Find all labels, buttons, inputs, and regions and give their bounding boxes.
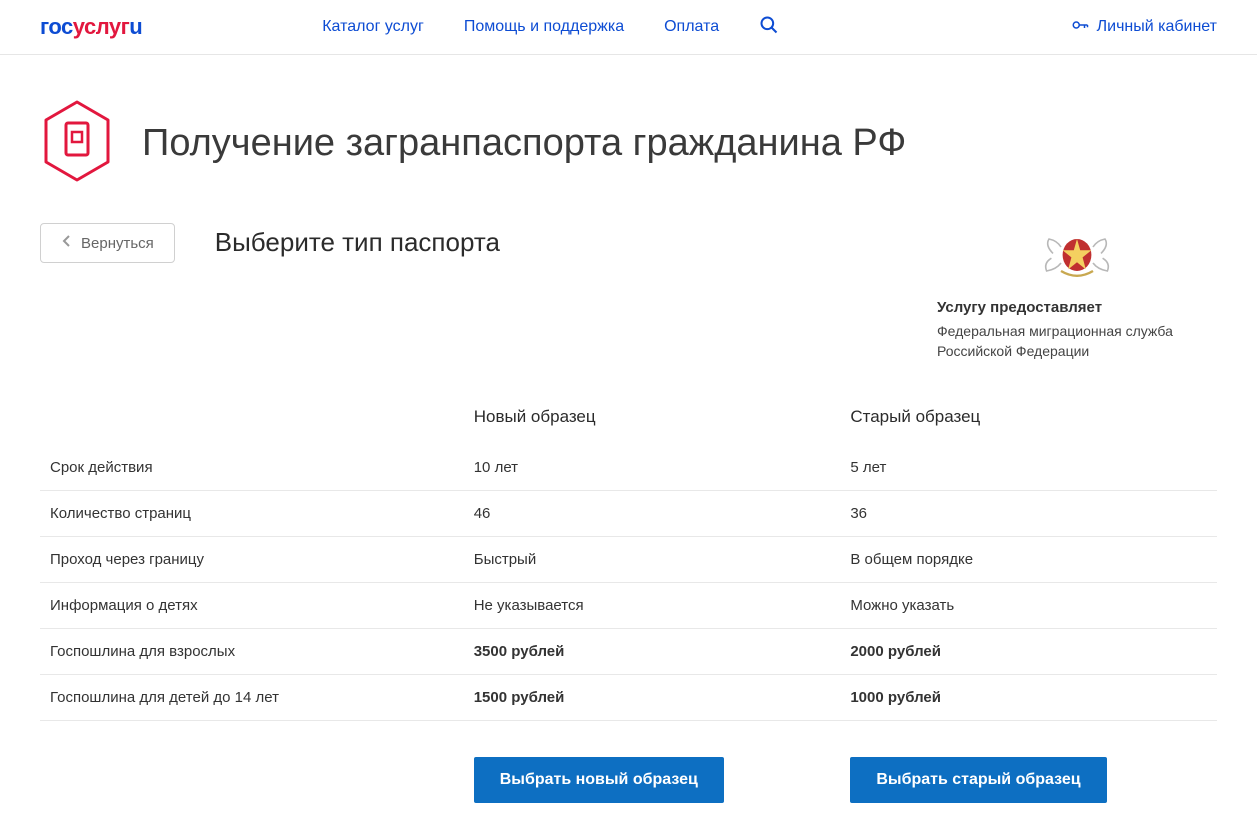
service-provider-box: Услугу предоставляет Федеральная миграци… [937, 223, 1217, 361]
row-new-value: Не указывается [464, 583, 841, 629]
cabinet-label: Личный кабинет [1097, 18, 1217, 36]
row-old-value: 5 лет [840, 445, 1217, 491]
table-row: Госпошлина для взрослых3500 рублей2000 р… [40, 629, 1217, 675]
search-icon[interactable] [759, 15, 779, 39]
table-row: Проход через границуБыстрыйВ общем поряд… [40, 537, 1217, 583]
provider-name: Федеральная миграционная служба Российск… [937, 322, 1217, 361]
page-title: Получение загранпаспорта гражданина РФ [142, 122, 906, 165]
table-row: Количество страниц4636 [40, 491, 1217, 537]
row-attr-label: Госпошлина для взрослых [40, 629, 464, 675]
row-old-value: Можно указать [840, 583, 1217, 629]
table-row: Госпошлина для детей до 14 лет1500 рубле… [40, 675, 1217, 721]
table-row: Срок действия10 лет5 лет [40, 445, 1217, 491]
back-button[interactable]: Вернуться [40, 223, 175, 263]
table-header-old: Старый образец [840, 393, 1217, 445]
row-old-value: 36 [840, 491, 1217, 537]
row-old-value: 2000 рублей [840, 629, 1217, 675]
row-old-value: В общем порядке [840, 537, 1217, 583]
personal-cabinet-link[interactable]: Личный кабинет [1071, 16, 1217, 39]
logo-part-gos: гос [40, 14, 73, 39]
table-header-attr [40, 393, 464, 445]
section-subtitle: Выберите тип паспорта [215, 223, 897, 258]
passport-compare-table: Новый образец Старый образец Срок действ… [40, 393, 1217, 817]
logo-part-u: u [129, 14, 142, 39]
site-logo[interactable]: госуслугu [40, 14, 142, 40]
chevron-left-icon [61, 234, 71, 252]
row-new-value: Быстрый [464, 537, 841, 583]
choose-new-button[interactable]: Выбрать новый образец [474, 757, 724, 803]
nav-catalog[interactable]: Каталог услуг [322, 18, 424, 36]
row-attr-label: Госпошлина для детей до 14 лет [40, 675, 464, 721]
row-new-value: 1500 рублей [464, 675, 841, 721]
choose-old-button[interactable]: Выбрать старый образец [850, 757, 1106, 803]
main-nav: Каталог услуг Помощь и поддержка Оплата [322, 15, 779, 39]
row-old-value: 1000 рублей [840, 675, 1217, 721]
page-header: Получение загранпаспорта гражданина РФ [40, 55, 1217, 223]
fms-emblem-icon [1037, 223, 1117, 287]
key-icon [1071, 16, 1089, 39]
row-new-value: 46 [464, 491, 841, 537]
nav-payment[interactable]: Оплата [664, 18, 719, 36]
table-row: Информация о детяхНе указываетсяМожно ук… [40, 583, 1217, 629]
nav-help[interactable]: Помощь и поддержка [464, 18, 624, 36]
row-attr-label: Количество страниц [40, 491, 464, 537]
table-header-new: Новый образец [464, 393, 841, 445]
passport-hex-icon [40, 99, 114, 187]
row-new-value: 10 лет [464, 445, 841, 491]
back-label: Вернуться [81, 235, 154, 252]
row-attr-label: Информация о детях [40, 583, 464, 629]
row-new-value: 3500 рублей [464, 629, 841, 675]
logo-part-uslug: услуг [73, 14, 130, 39]
provider-label: Услугу предоставляет [937, 299, 1217, 316]
row-attr-label: Проход через границу [40, 537, 464, 583]
row-attr-label: Срок действия [40, 445, 464, 491]
site-header: госуслугu Каталог услуг Помощь и поддерж… [0, 0, 1257, 55]
